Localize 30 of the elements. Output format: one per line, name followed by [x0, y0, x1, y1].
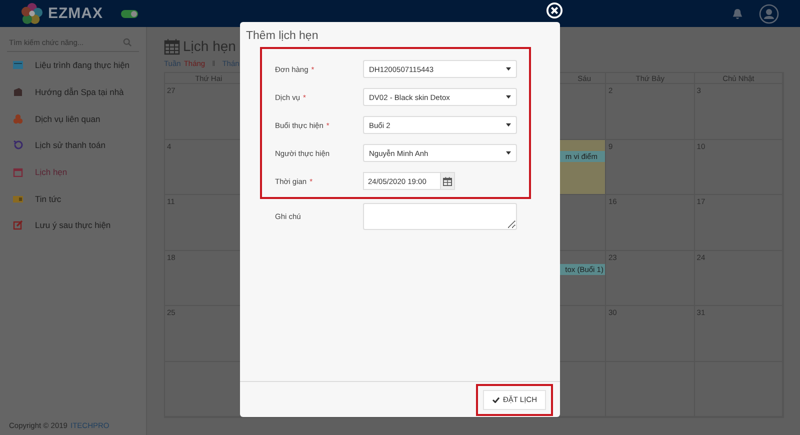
calendar-icon: [164, 38, 180, 54]
sidebar-item[interactable]: Lịch sử thanh toán: [7, 132, 139, 159]
edit-icon: [13, 220, 23, 230]
sidebar-item[interactable]: Tin tức: [7, 185, 139, 212]
close-icon[interactable]: [546, 2, 563, 19]
modal-title: Thêm lịch hẹn: [245, 29, 320, 44]
check-icon: [492, 396, 500, 402]
calendar-icon: [13, 167, 23, 178]
services-icon: [13, 114, 23, 124]
news-icon: [13, 194, 23, 204]
toggle-switch[interactable]: [121, 10, 138, 18]
sidebar-item[interactable]: Lịch hẹn: [7, 158, 139, 186]
sidebar-item[interactable]: Dịch vụ liên quan: [7, 105, 139, 132]
sidebar-item[interactable]: Liệu trình đang thực hiện: [7, 52, 139, 79]
search-icon: [123, 38, 132, 47]
caret-icon: [506, 67, 511, 71]
caret-icon: [506, 151, 511, 155]
sidebar-item[interactable]: Hướng dẫn Spa tại nhà: [7, 78, 139, 106]
brand-name: EZMAX: [48, 5, 103, 22]
note-field[interactable]: [363, 203, 517, 230]
history-icon: [13, 140, 23, 150]
caret-icon: [506, 123, 511, 127]
user-avatar-icon[interactable]: [759, 4, 779, 24]
flower-logo-icon: [20, 2, 44, 25]
sidebar-item[interactable]: Lưu ý sau thực hiện: [7, 212, 139, 239]
bell-icon[interactable]: [732, 8, 743, 20]
calendar-icon: [443, 176, 452, 186]
calendar-button[interactable]: [441, 172, 455, 190]
card-icon: [13, 60, 23, 70]
caret-icon: [506, 95, 511, 99]
